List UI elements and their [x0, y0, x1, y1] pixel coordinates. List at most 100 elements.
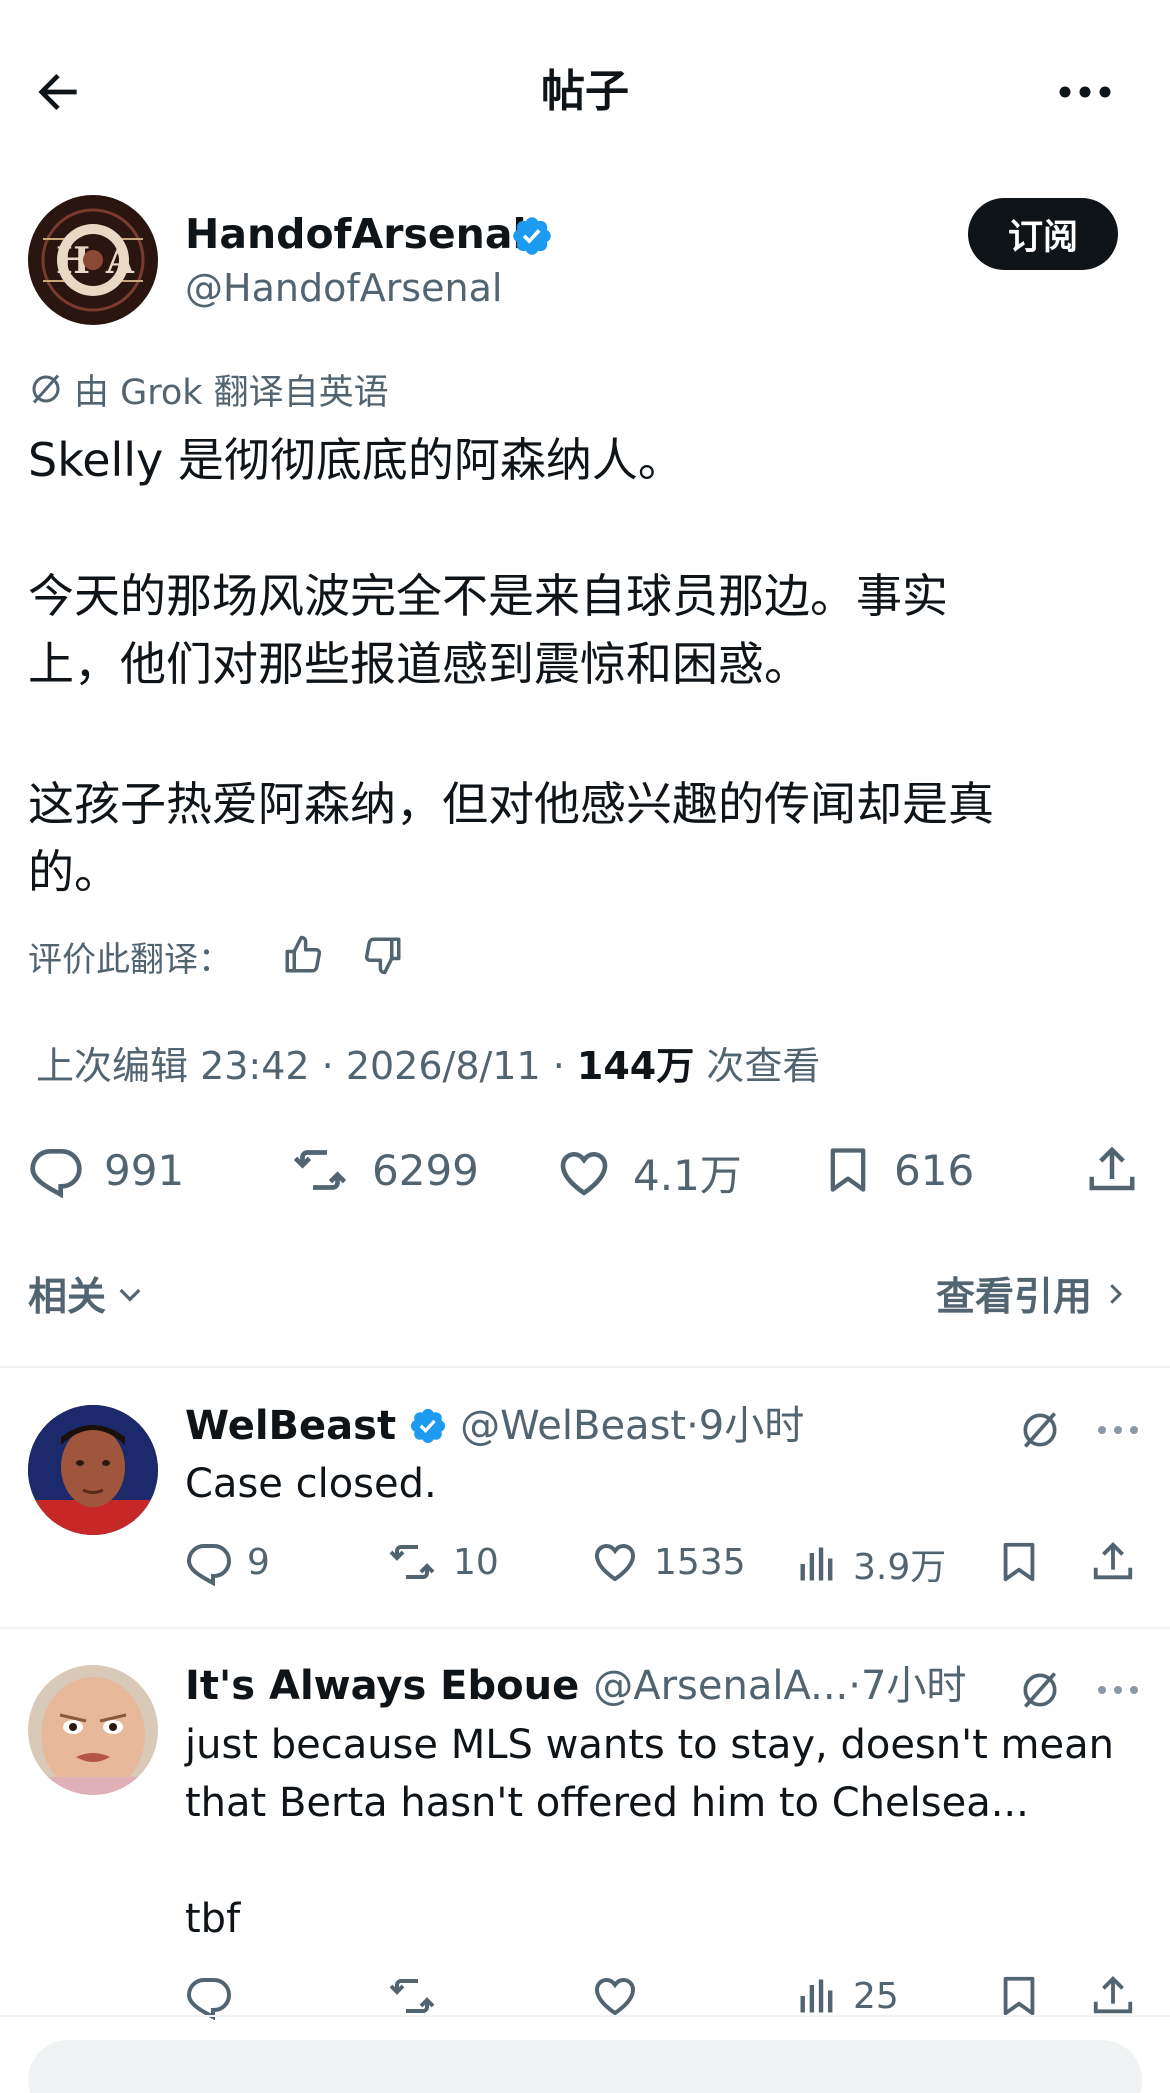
- reply-share-button[interactable]: [1090, 1538, 1136, 1586]
- reply-time: ·7小时: [848, 1663, 967, 1709]
- reply-repost-button[interactable]: 10: [385, 1538, 499, 1586]
- post-text-line: 今天的那场风波完全不是来自球员那边。事实: [28, 569, 948, 623]
- post-text-line: 上，他们对那些报道感到震惊和困惑。: [28, 637, 810, 691]
- reply-views-button[interactable]: 3.9万: [795, 1538, 946, 1590]
- reply-share-button[interactable]: [1090, 1972, 1136, 2020]
- repost-button[interactable]: 6299: [288, 1142, 479, 1198]
- reply-text-line: just because MLS wants to stay, doesn't …: [185, 1722, 1114, 1768]
- more-horizontal-icon: [1098, 1686, 1138, 1694]
- divider: [0, 2015, 1170, 2017]
- thumbs-up-button[interactable]: [278, 930, 328, 980]
- reply-bookmark-button[interactable]: [996, 1538, 1042, 1586]
- edit-timestamp[interactable]: 上次编辑 23:42 · 2026/8/11 ·: [36, 1044, 577, 1088]
- grok-icon: [32, 374, 60, 404]
- reply-author-name[interactable]: WelBeast: [185, 1400, 396, 1452]
- subscribe-button[interactable]: 订阅: [968, 198, 1118, 270]
- grok-button[interactable]: [1012, 1402, 1068, 1458]
- view-count: 3.9万: [853, 1547, 947, 1588]
- reply-author-name[interactable]: It's Always Eboue: [185, 1660, 579, 1712]
- bookmark-icon: [830, 1148, 866, 1192]
- reply-author-handle[interactable]: @ArsenalA...: [593, 1660, 848, 1712]
- thumbs-up-icon: [285, 935, 322, 973]
- divider: [0, 1366, 1170, 1368]
- reply-icon: [186, 1544, 232, 1586]
- repost-count: 10: [453, 1541, 499, 1583]
- bar-chart-icon: [800, 1979, 833, 2013]
- reply-text: Case closed.: [185, 1461, 437, 1507]
- reply-composer-bar[interactable]: [28, 2040, 1142, 2093]
- heart-icon: [594, 1543, 636, 1582]
- translation-note: 由 Grok 翻译自英语: [28, 368, 389, 413]
- related-label: 相关: [28, 1275, 107, 1320]
- reply-button[interactable]: 991: [28, 1142, 184, 1198]
- reply-icon: [30, 1149, 82, 1198]
- heart-icon: [560, 1151, 608, 1196]
- reply-avatar[interactable]: [28, 1665, 158, 1795]
- reply-like-button[interactable]: [590, 1972, 640, 2020]
- view-label: 次查看: [694, 1044, 821, 1088]
- author-avatar[interactable]: H A: [28, 195, 158, 325]
- reply-time: ·9小时: [686, 1403, 805, 1449]
- reply-more-button[interactable]: [1090, 1662, 1146, 1718]
- reply-count: 991: [104, 1145, 185, 1195]
- reply-count: 9: [247, 1541, 270, 1583]
- reply-bookmark-button[interactable]: [996, 1972, 1042, 2020]
- view-count: 144万: [576, 1044, 695, 1088]
- view-quotes-label: 查看引用: [935, 1275, 1092, 1320]
- reply-more-button[interactable]: [1090, 1402, 1146, 1458]
- share-icon: [1093, 1976, 1133, 2014]
- reply-avatar[interactable]: [28, 1405, 158, 1535]
- rate-translation-label: 评价此翻译：: [28, 939, 232, 980]
- repost-icon: [389, 1545, 435, 1579]
- view-count: 25: [853, 1975, 899, 2017]
- thumbs-down-button[interactable]: [358, 930, 408, 980]
- author-handle[interactable]: @HandofArsenal: [185, 264, 502, 312]
- related-dropdown[interactable]: 相关: [28, 1266, 146, 1322]
- repost-icon: [293, 1150, 347, 1190]
- reply-text-line: tbf: [185, 1896, 241, 1942]
- baby-photo-icon: [28, 1665, 158, 1795]
- verified-badge-icon: [410, 1408, 446, 1444]
- translation-note-text: 由 Grok 翻译自英语: [74, 372, 389, 413]
- like-button[interactable]: 4.1万: [555, 1142, 742, 1203]
- reply-views-button[interactable]: 25: [795, 1972, 899, 2020]
- like-count: 1535: [654, 1541, 746, 1583]
- reply-reply-button[interactable]: 9: [185, 1538, 270, 1586]
- more-horizontal-icon: [1059, 86, 1111, 98]
- divider: [0, 1627, 1170, 1629]
- svg-text:A: A: [105, 240, 135, 282]
- share-button[interactable]: [1085, 1142, 1139, 1198]
- reply-text-line: that Berta hasn't offered him to Chelsea…: [185, 1780, 1029, 1826]
- reply-header: WelBeast @WelBeast ·9小时: [185, 1400, 804, 1452]
- repost-icon: [389, 1979, 435, 2013]
- grok-icon: [1023, 1412, 1057, 1448]
- post-text-line: 这孩子热爱阿森纳，但对他感兴趣的传闻却是真: [28, 777, 994, 831]
- post-meta: 上次编辑 23:42 · 2026/8/11 · 144万 次查看: [36, 1040, 820, 1092]
- author-name[interactable]: HandofArsenal: [185, 208, 527, 260]
- reply-like-button[interactable]: 1535: [590, 1538, 746, 1586]
- hoa-logo-icon: H A: [31, 198, 155, 322]
- more-horizontal-icon: [1098, 1426, 1138, 1434]
- share-icon: [1093, 1542, 1133, 1580]
- more-options-button[interactable]: [1050, 62, 1120, 122]
- grok-icon: [1023, 1672, 1057, 1708]
- bar-chart-icon: [800, 1547, 833, 1581]
- bookmark-count: 616: [894, 1145, 975, 1195]
- view-quotes-link[interactable]: 查看引用: [936, 1266, 1130, 1322]
- verified-badge-icon: [510, 214, 554, 258]
- thumbs-down-icon: [364, 937, 401, 975]
- chevron-right-icon: [1110, 1284, 1123, 1304]
- reply-reply-button[interactable]: [185, 1972, 233, 2020]
- share-icon: [1089, 1146, 1135, 1191]
- post-text-line: Skelly 是彻彻底底的阿森纳人。: [28, 433, 684, 487]
- bookmark-icon: [1003, 1542, 1035, 1582]
- heart-icon: [594, 1977, 636, 2016]
- bookmark-icon: [1003, 1976, 1035, 2016]
- page-title: 帖子: [541, 66, 629, 117]
- repost-count: 6299: [372, 1145, 479, 1195]
- reply-repost-button[interactable]: [385, 1972, 439, 2020]
- reply-author-handle[interactable]: @WelBeast: [460, 1400, 686, 1452]
- bookmark-button[interactable]: 616: [822, 1142, 974, 1198]
- grok-button[interactable]: [1012, 1662, 1068, 1718]
- reply-header: It's Always Eboue @ArsenalA... ·7小时: [185, 1660, 966, 1712]
